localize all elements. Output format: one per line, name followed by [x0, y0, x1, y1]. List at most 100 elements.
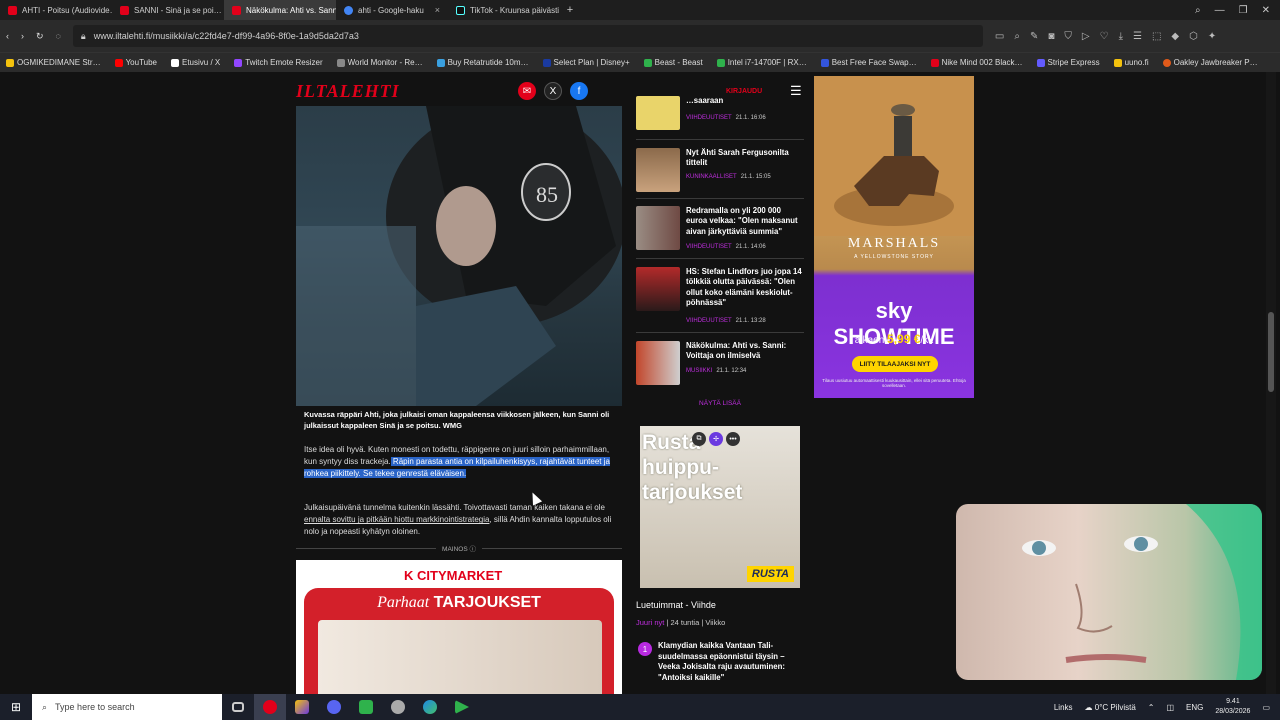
- system-tray: Links ☁ 0°C Pilvistä ⌃ ◫ ENG 9.41 28/03/2…: [1054, 697, 1280, 717]
- svg-text:85: 85: [536, 182, 558, 207]
- bookmark-item[interactable]: Best Free Face Swap…: [820, 58, 917, 67]
- bookmark-item[interactable]: Nike Mind 002 Black…: [930, 58, 1023, 67]
- news-item[interactable]: Redramalla on yli 200 000 euroa velkaa: …: [636, 206, 804, 254]
- play-icon[interactable]: [446, 694, 478, 720]
- discord-icon[interactable]: [318, 694, 350, 720]
- bookmark-item[interactable]: Buy Retatrutide 10m…: [436, 58, 529, 67]
- play-icon[interactable]: ▷: [1082, 31, 1090, 42]
- edge-icon[interactable]: [414, 694, 446, 720]
- reload-icon[interactable]: ↻: [36, 31, 44, 42]
- ad-price: alkaen 5,99 €/kk: [854, 332, 934, 346]
- minimize-icon[interactable]: —: [1215, 5, 1225, 16]
- web-page: ILTALEHTI ✉ X f KIRJAUDU ☰ 85 Kuvassa rä…: [0, 72, 1280, 694]
- tab-just-now[interactable]: Juuri nyt: [636, 618, 664, 627]
- news-item[interactable]: …saaraan VIIHDEUUTISET 21.1. 16:06: [636, 96, 804, 132]
- email-icon[interactable]: ✉: [518, 82, 536, 100]
- bookmark-icon: [436, 58, 445, 67]
- login-link[interactable]: KIRJAUDU: [726, 88, 762, 95]
- camera-icon[interactable]: ◙: [1048, 31, 1054, 42]
- heart-icon[interactable]: ♡: [1100, 31, 1109, 42]
- address-bar[interactable]: 🔒︎ www.iltalehti.fi/musiikki/a/c22fd4e7-…: [72, 25, 983, 47]
- ai-icon[interactable]: ✦: [1208, 31, 1216, 42]
- browser-tab[interactable]: AHTI - Poitsu (Audiovide…×: [0, 0, 112, 20]
- language-indicator[interactable]: ENG: [1186, 703, 1203, 712]
- citymarket-ad[interactable]: K CITYMARKET Parhaat TARJOUKSET: [296, 560, 622, 694]
- plus-icon[interactable]: ✢: [709, 432, 723, 446]
- shield-icon[interactable]: ◌: [56, 31, 61, 41]
- taskbar-search[interactable]: ⌕ Type here to search: [32, 694, 222, 720]
- zoom-icon[interactable]: ⌕: [1014, 31, 1020, 42]
- show-title: MARSHALS: [847, 236, 941, 251]
- search-icon[interactable]: ⌕: [1195, 5, 1201, 16]
- app-icon[interactable]: [382, 694, 414, 720]
- page-scrollbar[interactable]: [1266, 72, 1276, 694]
- bookmark-item[interactable]: OGMIKEDIMANE Str…: [6, 58, 101, 67]
- facebook-icon[interactable]: f: [570, 82, 588, 100]
- notification-icon[interactable]: ▭: [1262, 703, 1270, 712]
- extension-icon[interactable]: ⬡: [1189, 31, 1198, 42]
- browser-tab-active[interactable]: Näkökulma: Ahti vs. Sanni×: [224, 0, 336, 20]
- search-icon: ⌕: [42, 701, 48, 712]
- chevron-up-icon[interactable]: ⌃: [1148, 703, 1155, 712]
- opera-icon[interactable]: [254, 694, 286, 720]
- download-icon[interactable]: ⤓: [1119, 31, 1123, 42]
- iltalehti-logo[interactable]: ILTALEHTI: [296, 81, 400, 102]
- clock[interactable]: 9.41 28/03/2026: [1215, 697, 1250, 717]
- shield-icon[interactable]: ⛉: [1064, 31, 1072, 42]
- app-icon[interactable]: [286, 694, 318, 720]
- news-meta: VIIHDEUUTISET 21.1. 16:06: [686, 115, 766, 121]
- news-item[interactable]: Näkökulma: Ahti vs. Sanni: Voittaja on i…: [636, 341, 804, 387]
- article-link[interactable]: ennalta sovittu ja pitkään hiottu markki…: [304, 515, 489, 524]
- windows-start-icon[interactable]: ⊞: [0, 694, 32, 720]
- extension-icon[interactable]: ◆: [1171, 31, 1179, 42]
- x-icon[interactable]: X: [544, 82, 562, 100]
- extension-icon[interactable]: ⬚: [1152, 31, 1161, 42]
- show-more-link[interactable]: NÄYTÄ LISÄÄ: [636, 400, 804, 407]
- close-icon[interactable]: ✕: [1262, 5, 1270, 16]
- skyshowtime-ad[interactable]: MARSHALS A YELLOWSTONE STORY sky SHOWTIM…: [814, 76, 974, 398]
- edit-icon[interactable]: ✎: [1030, 31, 1038, 42]
- tab-24h[interactable]: 24 tuntia: [670, 618, 699, 627]
- citymarket-logo: K CITYMARKET: [404, 568, 503, 583]
- bookmark-item[interactable]: YouTube: [114, 58, 157, 67]
- bookmark-item[interactable]: uuno.fi: [1113, 58, 1149, 67]
- network-icon[interactable]: ◫: [1166, 703, 1174, 712]
- close-icon[interactable]: ×: [435, 5, 440, 15]
- bookmark-item[interactable]: Intel i7-14700F | RX…: [716, 58, 807, 67]
- rusta-ad[interactable]: Rusta huippu- tarjoukset ⧉ ✢ ••• RUSTA: [640, 426, 800, 588]
- tab-week[interactable]: Viikko: [705, 618, 725, 627]
- news-meta: VIIHDEUUTISET 21.1. 13:28: [686, 318, 766, 324]
- bookmark-item[interactable]: Etusivu / X: [171, 58, 220, 67]
- bookmark-item[interactable]: Twitch Emote Resizer: [234, 58, 323, 67]
- news-item[interactable]: HS: Stefan Lindfors juo jopa 14 tölkkiä …: [636, 267, 804, 327]
- forward-icon[interactable]: ›: [21, 31, 24, 41]
- scrollbar-thumb[interactable]: [1268, 312, 1274, 392]
- copy-icon[interactable]: ⧉: [692, 432, 706, 446]
- more-icon[interactable]: •••: [726, 432, 740, 446]
- most-read-item[interactable]: Klamydian kaikka Vantaan Tali-suudelmass…: [658, 641, 806, 683]
- ad-photo: [318, 620, 602, 694]
- reader-icon[interactable]: ▭: [995, 31, 1004, 42]
- bookmark-item[interactable]: World Monitor - Re…: [336, 58, 423, 67]
- maximize-icon[interactable]: ❐: [1239, 5, 1248, 16]
- bookmark-item[interactable]: Beast - Beast: [643, 58, 703, 67]
- app-icon[interactable]: [350, 694, 382, 720]
- disney-icon: [542, 58, 551, 67]
- bookmark-item[interactable]: Oakley Jawbreaker P…: [1162, 58, 1258, 67]
- back-icon[interactable]: ‹: [6, 31, 9, 41]
- divider: [636, 332, 804, 333]
- weather-widget[interactable]: ☁ 0°C Pilvistä: [1085, 703, 1136, 712]
- subscribe-button[interactable]: LIITY TILAAJAKSI NYT: [852, 356, 938, 372]
- browser-tab[interactable]: SANNI - Sinä ja se poi…×: [112, 0, 224, 20]
- news-item[interactable]: Nyt Ähti Sarah Fergusonilta tittelit KUN…: [636, 148, 804, 194]
- new-tab-button[interactable]: +: [560, 4, 580, 16]
- bookmark-item[interactable]: Select Plan | Disney+: [542, 58, 630, 67]
- bookmark-item[interactable]: Stripe Express: [1036, 58, 1100, 67]
- rank-badge: 1: [638, 642, 652, 656]
- task-view-icon[interactable]: [222, 694, 254, 720]
- news-title: Nyt Ähti Sarah Fergusonilta tittelit: [686, 148, 789, 168]
- browser-tab[interactable]: TikTok - Kruunsa päivästi×: [448, 0, 560, 20]
- menu-icon[interactable]: ☰: [1133, 31, 1142, 42]
- links-toolbar[interactable]: Links: [1054, 703, 1073, 712]
- browser-tab[interactable]: ahti - Google-haku ×: [336, 0, 448, 20]
